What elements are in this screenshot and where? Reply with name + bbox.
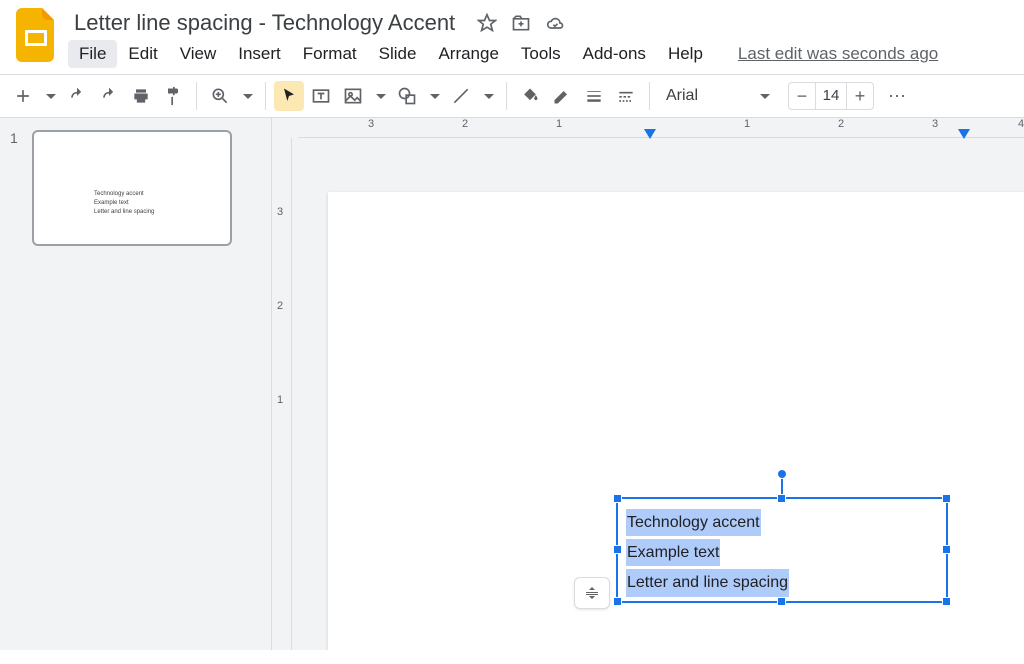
more-options-button[interactable]: ⋯ [888,86,908,107]
ruler-indent-right[interactable] [958,126,970,144]
new-slide-button[interactable] [8,81,38,111]
ruler-indent-left[interactable] [644,126,656,144]
resize-handle-n[interactable] [777,494,786,503]
shape-tool[interactable] [392,81,422,111]
menu-tools[interactable]: Tools [510,40,572,68]
font-size-control: − 14 + [788,82,874,110]
line-tool[interactable] [446,81,476,111]
border-color-button[interactable] [547,81,577,111]
menu-addons[interactable]: Add-ons [572,40,657,68]
resize-handle-nw[interactable] [613,494,622,503]
app-header: Letter line spacing - Technology Accent … [0,0,1024,68]
zoom-dropdown[interactable] [237,81,257,111]
rotate-handle[interactable] [777,469,787,479]
text-line: Letter and line spacing [626,569,789,596]
image-dropdown[interactable] [370,81,390,111]
resize-handle-w[interactable] [613,545,622,554]
resize-handle-ne[interactable] [942,494,951,503]
menu-insert[interactable]: Insert [227,40,292,68]
menubar: File Edit View Insert Format Slide Arran… [68,40,1008,68]
cloud-icon[interactable] [545,13,565,33]
textbox-content[interactable]: Technology accent Example text Letter an… [618,499,946,606]
shape-dropdown[interactable] [424,81,444,111]
menu-file[interactable]: File [68,40,117,68]
font-size-value[interactable]: 14 [815,83,847,109]
menu-help[interactable]: Help [657,40,714,68]
textbox-tool[interactable] [306,81,336,111]
resize-handle-s[interactable] [777,597,786,606]
menu-slide[interactable]: Slide [368,40,428,68]
new-slide-dropdown[interactable] [40,81,60,111]
selected-textbox[interactable]: Technology accent Example text Letter an… [616,497,948,603]
slide-panel: 1 Technology accent Example text Letter … [0,118,272,650]
main-area: 1 Technology accent Example text Letter … [0,118,1024,650]
thumbnail-preview-text: Technology accent Example text Letter an… [94,190,154,217]
font-size-decrease[interactable]: − [789,83,815,109]
resize-handle-sw[interactable] [613,597,622,606]
last-edit-link[interactable]: Last edit was seconds ago [738,44,938,64]
menu-view[interactable]: View [169,40,228,68]
slide-thumbnail[interactable]: Technology accent Example text Letter an… [32,130,232,246]
print-button[interactable] [126,81,156,111]
menu-arrange[interactable]: Arrange [427,40,509,68]
horizontal-ruler[interactable]: 3 2 1 1 2 3 4 [298,118,1024,138]
menu-format[interactable]: Format [292,40,368,68]
resize-handle-e[interactable] [942,545,951,554]
canvas-area: 3 2 1 1 2 3 4 3 2 1 [272,118,1024,650]
slide-number: 1 [10,130,24,246]
border-dash-button[interactable] [611,81,641,111]
font-selector[interactable]: Arial [658,81,778,111]
image-tool[interactable] [338,81,368,111]
move-icon[interactable] [511,13,531,33]
chevron-down-icon [760,94,770,99]
slide-thumbnail-wrap: 1 Technology accent Example text Letter … [10,130,261,246]
slide-canvas[interactable]: Technology accent Example text Letter an… [328,192,1024,650]
toolbar: Arial − 14 + ⋯ [0,74,1024,118]
menu-edit[interactable]: Edit [117,40,168,68]
text-line: Example text [626,539,720,566]
font-size-increase[interactable]: + [847,83,873,109]
document-title[interactable]: Letter line spacing - Technology Accent [68,8,461,38]
drag-handle-pill[interactable] [574,577,610,609]
text-line: Technology accent [626,509,761,536]
border-weight-button[interactable] [579,81,609,111]
font-name-label: Arial [666,87,698,105]
slides-logo[interactable] [16,8,56,62]
redo-button[interactable] [94,81,124,111]
zoom-button[interactable] [205,81,235,111]
undo-button[interactable] [62,81,92,111]
select-tool[interactable] [274,81,304,111]
vertical-ruler[interactable]: 3 2 1 [272,138,292,650]
fill-color-button[interactable] [515,81,545,111]
star-icon[interactable] [477,13,497,33]
resize-handle-se[interactable] [942,597,951,606]
paint-format-button[interactable] [158,81,188,111]
line-dropdown[interactable] [478,81,498,111]
